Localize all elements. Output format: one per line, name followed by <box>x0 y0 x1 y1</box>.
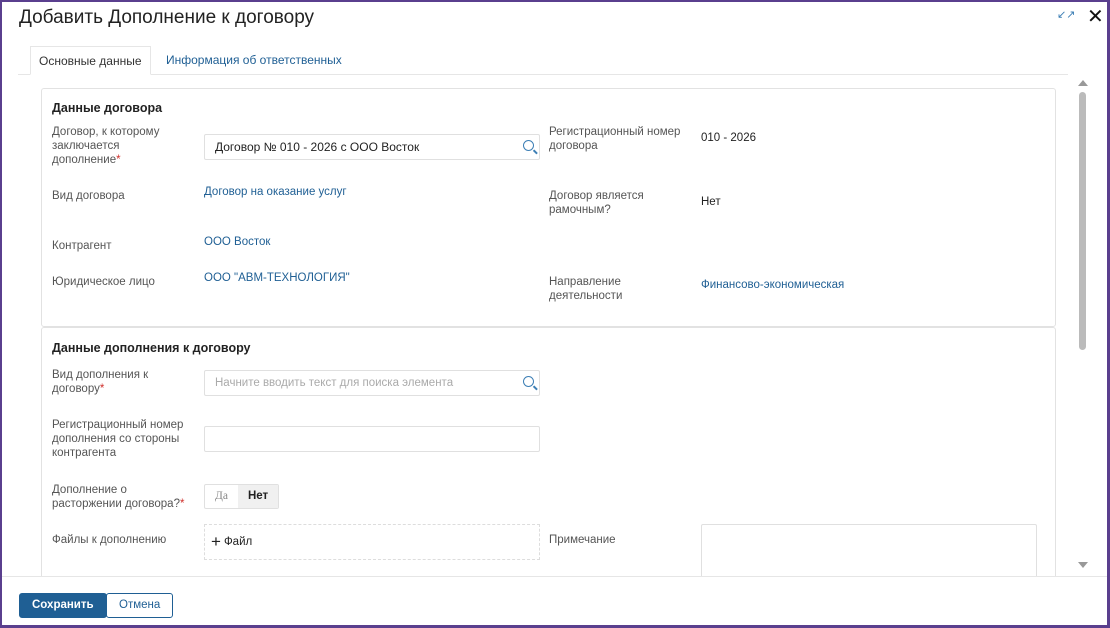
section-heading: Данные договора <box>52 101 163 115</box>
toggle-no[interactable]: Нет <box>237 485 279 508</box>
legal-entity-label: Юридическое лицо <box>52 276 155 288</box>
search-icon[interactable] <box>523 376 534 387</box>
counterparty-label: Контрагент <box>52 240 112 252</box>
close-icon[interactable]: ✕ <box>1087 4 1104 29</box>
files-label: Файлы к дополнению <box>52 534 167 546</box>
addendum-kind-label: Вид дополнения к договору* <box>52 369 149 395</box>
tab-bar: Основные данные Информация об ответствен… <box>18 46 1068 75</box>
cp-regnum-label: Регистрационный номер дополнения со стор… <box>52 419 184 459</box>
direction-label: Направление деятельности <box>549 276 623 302</box>
type-label: Вид договора <box>52 190 125 202</box>
plus-icon: + <box>211 532 221 551</box>
frame-value: Нет <box>701 196 721 208</box>
expand-icon[interactable]: ↙↗ <box>1057 8 1075 21</box>
section-heading: Данные дополнения к договору <box>52 341 251 355</box>
contract-input[interactable]: Договор № 010 - 2026 с ООО Восток <box>204 134 540 160</box>
regnum-value: 010 - 2026 <box>701 132 756 144</box>
form-content: Данные договора Договор, к которому закл… <box>30 76 1070 576</box>
add-file-button[interactable]: + Файл <box>204 524 540 560</box>
direction-link[interactable]: Финансово-экономическая <box>701 279 844 291</box>
contract-label: Договор, к которому заключается дополнен… <box>52 126 160 166</box>
termination-toggle[interactable]: Да Нет <box>204 484 280 509</box>
save-button[interactable]: Сохранить <box>19 593 107 618</box>
scroll-up-icon[interactable] <box>1078 80 1088 86</box>
scroll-down-icon[interactable] <box>1078 562 1088 568</box>
cp-regnum-input[interactable] <box>204 426 540 452</box>
tab-main-data[interactable]: Основные данные <box>30 46 151 75</box>
search-icon[interactable] <box>523 140 534 151</box>
dialog: Добавить Дополнение к договору ↙↗ ✕ Осно… <box>2 2 1107 625</box>
frame-label: Договор является рамочным? <box>549 190 644 216</box>
addendum-data-section: Данные дополнения к договору Вид дополне… <box>41 327 1056 576</box>
type-link[interactable]: Договор на оказание услуг <box>204 186 347 198</box>
dialog-title: Добавить Дополнение к договору <box>19 7 315 28</box>
termination-label: Дополнение о расторжении договора?* <box>52 484 185 510</box>
note-textarea[interactable] <box>701 524 1037 576</box>
cancel-button[interactable]: Отмена <box>106 593 174 618</box>
scroll-thumb[interactable] <box>1079 92 1086 350</box>
toggle-yes[interactable]: Да <box>205 485 238 508</box>
dialog-footer: Сохранить Отмена <box>2 576 1107 625</box>
addendum-kind-input[interactable]: Начните вводить текст для поиска элемент… <box>204 370 540 396</box>
note-label: Примечание <box>549 534 616 546</box>
legal-entity-link[interactable]: ООО "АВМ-ТЕХНОЛОГИЯ" <box>204 272 350 284</box>
counterparty-link[interactable]: ООО Восток <box>204 236 270 248</box>
tab-responsible-info[interactable]: Информация об ответственных <box>158 46 350 75</box>
regnum-label: Регистрационный номер договора <box>549 126 681 152</box>
contract-data-section: Данные договора Договор, к которому закл… <box>41 88 1056 327</box>
scrollbar[interactable] <box>1076 80 1090 568</box>
